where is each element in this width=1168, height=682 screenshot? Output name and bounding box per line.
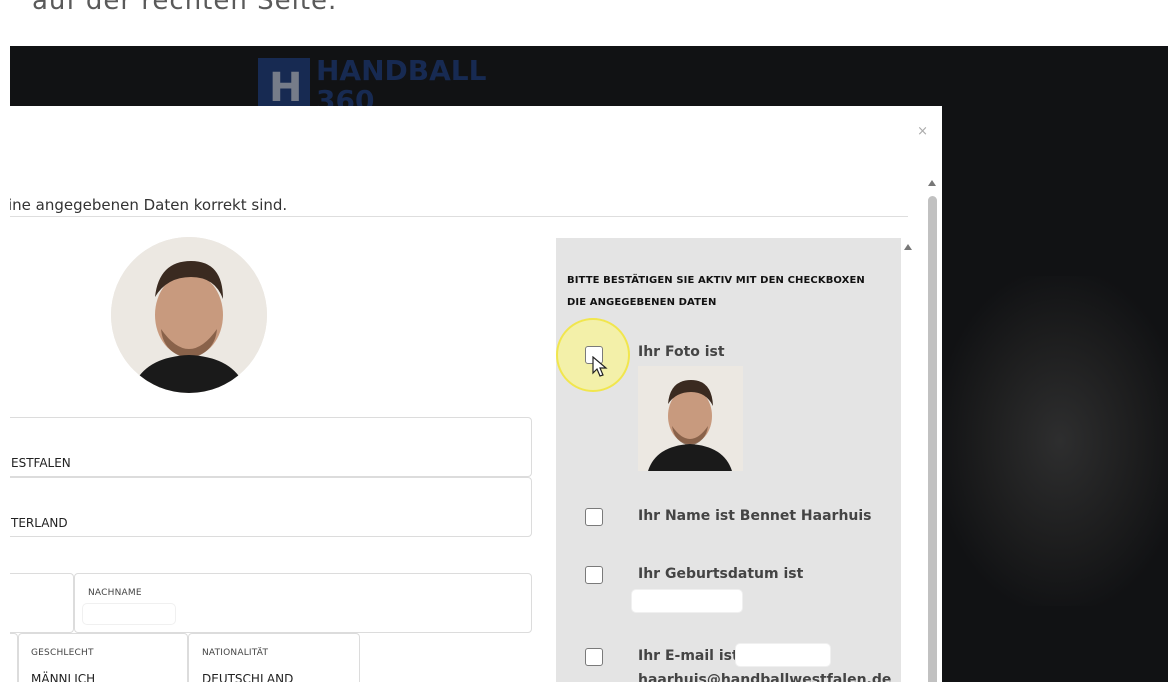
gender-label: GESCHLECHT bbox=[31, 648, 94, 658]
close-icon[interactable]: × bbox=[917, 124, 928, 139]
confirmation-modal: × ine angegebenen Daten korrekt sind. ES… bbox=[10, 106, 942, 682]
scroll-up-arrow-icon[interactable] bbox=[928, 180, 936, 186]
photo-preview bbox=[638, 366, 743, 471]
modal-scrollbar-thumb[interactable] bbox=[928, 196, 937, 682]
logo-mark: H bbox=[258, 58, 310, 108]
redacted-email bbox=[736, 644, 830, 666]
field-district[interactable]: TERLAND bbox=[10, 477, 532, 537]
name-checkbox[interactable] bbox=[585, 508, 603, 526]
panel-scroll-up-arrow-icon[interactable] bbox=[904, 244, 912, 250]
email-value: haarhuis@handballwestfalen.de bbox=[638, 672, 892, 682]
nationality-label: NATIONALITÄT bbox=[202, 648, 269, 658]
name-label: Ihr Name ist Bennet Haarhuis bbox=[638, 508, 872, 524]
mouse-cursor-icon bbox=[592, 356, 608, 377]
email-label: Ihr E-mail ist bbox=[638, 648, 739, 664]
field-small[interactable] bbox=[10, 633, 18, 682]
field-district-value: TERLAND bbox=[11, 516, 68, 530]
document-header: auf der rechten Seite. bbox=[0, 0, 1168, 32]
field-firstname[interactable] bbox=[10, 573, 74, 633]
gender-value: MÄNNLICH bbox=[31, 672, 96, 682]
profile-photo bbox=[111, 237, 267, 393]
modal-instruction: ine angegebenen Daten korrekt sind. bbox=[10, 196, 288, 214]
birthdate-label: Ihr Geburtsdatum ist bbox=[638, 566, 804, 582]
field-nationality[interactable]: NATIONALITÄT DEUTSCHLAND bbox=[188, 633, 360, 682]
nationality-value: DEUTSCHLAND bbox=[202, 672, 294, 682]
confirmation-heading: BITTE BESTÄTIGEN SIE AKTIV MIT DEN CHECK… bbox=[567, 275, 865, 308]
divider bbox=[10, 216, 908, 217]
field-gender[interactable]: GESCHLECHT MÄNNLICH bbox=[18, 633, 188, 682]
birthdate-checkbox[interactable] bbox=[585, 566, 603, 584]
redacted-lastname bbox=[83, 604, 175, 624]
photo-label: Ihr Foto ist bbox=[638, 344, 725, 360]
document-text-snippet: auf der rechten Seite. bbox=[32, 0, 338, 16]
blurred-background-photo bbox=[940, 276, 1168, 606]
embedded-screenshot: H HANDBALL 360 × ine angegebenen Daten k… bbox=[10, 46, 1168, 682]
email-checkbox[interactable] bbox=[585, 648, 603, 666]
confirmation-panel: BITTE BESTÄTIGEN SIE AKTIV MIT DEN CHECK… bbox=[556, 238, 901, 682]
field-region[interactable]: ESTFALEN bbox=[10, 417, 532, 477]
lastname-label: NACHNAME bbox=[88, 588, 142, 598]
field-lastname[interactable]: NACHNAME bbox=[74, 573, 532, 633]
redacted-birthdate bbox=[632, 590, 742, 612]
field-region-value: ESTFALEN bbox=[11, 456, 71, 470]
